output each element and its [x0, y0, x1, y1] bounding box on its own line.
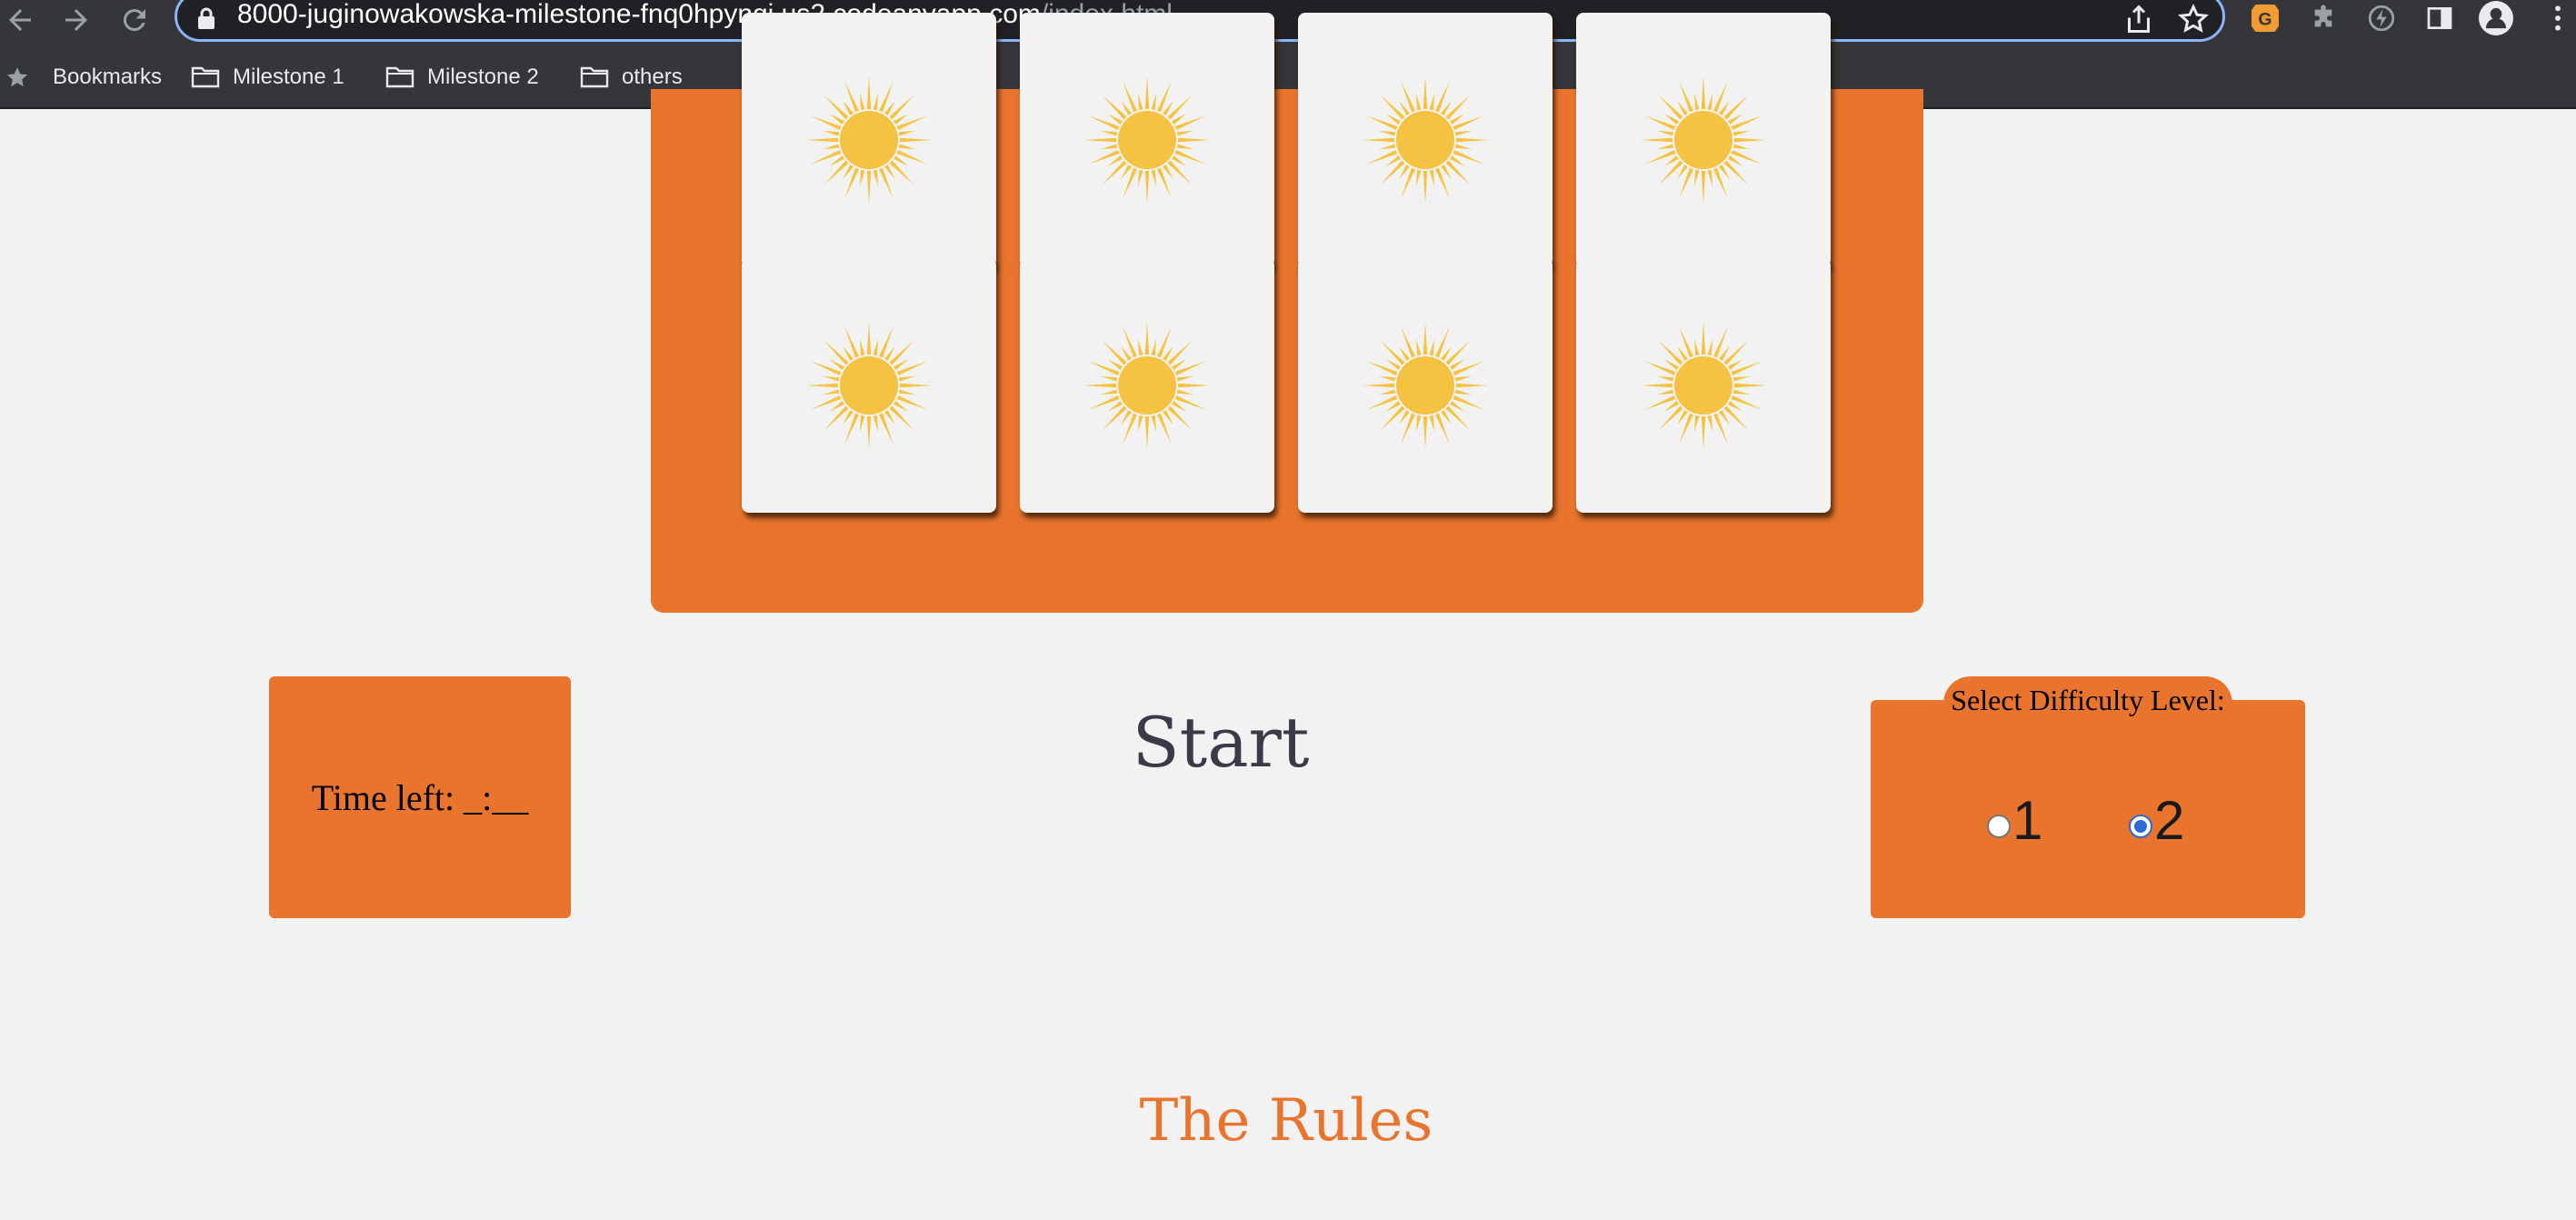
- arrow-right-icon: [65, 9, 87, 31]
- sun-icon: [1640, 322, 1767, 449]
- bookmark-folder-milestone-2[interactable]: Milestone 2: [385, 62, 539, 93]
- memory-card[interactable]: [742, 13, 996, 267]
- game-board: [651, 13, 1923, 613]
- forward-button[interactable]: [58, 2, 95, 38]
- difficulty-option-1-label[interactable]: 1: [2012, 791, 2042, 851]
- difficulty-radio-1[interactable]: [1987, 815, 2011, 838]
- side-panel-button[interactable]: [2421, 0, 2458, 36]
- arrow-left-icon: [9, 9, 31, 31]
- back-button[interactable]: [2, 2, 38, 38]
- browser-toolbar: 8000-juginowakowska-milestone-fnq0hpynqj…: [0, 0, 2576, 49]
- speed-icon: [2368, 5, 2395, 32]
- bookmark-label: Milestone 1: [233, 65, 344, 89]
- folder-icon: [191, 66, 220, 88]
- bookmark-label: others: [622, 65, 683, 89]
- sun-icon: [805, 322, 933, 449]
- folder-icon: [580, 66, 609, 88]
- memory-card[interactable]: [1020, 258, 1274, 513]
- g-logo-icon: G: [2252, 5, 2279, 32]
- lock-icon: [198, 7, 215, 29]
- grammarly-extension-icon[interactable]: G: [2247, 0, 2283, 36]
- start-button[interactable]: Start: [1045, 702, 1396, 783]
- sun-icon: [1640, 76, 1767, 204]
- extensions-button[interactable]: [2305, 0, 2341, 36]
- reload-button[interactable]: [116, 2, 153, 38]
- bookmark-all[interactable]: Bookmarks: [5, 62, 162, 93]
- folder-icon: [385, 66, 414, 88]
- memory-card[interactable]: [1298, 13, 1553, 267]
- memory-card[interactable]: [1298, 258, 1553, 513]
- sun-icon: [1083, 322, 1211, 449]
- difficulty-panel: [1871, 700, 2305, 918]
- memory-card[interactable]: [1020, 13, 1274, 267]
- performance-button[interactable]: [2363, 0, 2400, 36]
- kebab-menu-icon: [2555, 5, 2561, 31]
- share-icon[interactable]: [2122, 3, 2155, 35]
- bookmark-folder-milestone-1[interactable]: Milestone 1: [191, 62, 344, 93]
- side-panel-icon: [2427, 7, 2452, 29]
- sun-icon: [805, 76, 933, 204]
- puzzle-icon: [2314, 5, 2332, 27]
- svg-text:G: G: [2258, 10, 2271, 30]
- sun-icon: [1362, 322, 1489, 449]
- difficulty-radio-2[interactable]: [2129, 815, 2152, 838]
- bookmark-label: Bookmarks: [53, 65, 163, 89]
- time-left-text: Time left: _:__: [311, 776, 529, 818]
- timer-panel: Time left: _:__: [269, 676, 571, 918]
- bookmark-label: Milestone 2: [427, 65, 539, 89]
- reload-icon: [123, 9, 145, 32]
- star-icon: [6, 67, 28, 87]
- avatar-icon: [2479, 1, 2513, 35]
- bookmark-folder-others[interactable]: others: [580, 62, 683, 93]
- bookmark-star-icon[interactable]: [2177, 3, 2210, 35]
- difficulty-legend: Select Difficulty Level:: [1951, 684, 2225, 716]
- sun-icon: [1362, 76, 1489, 204]
- memory-card[interactable]: [1576, 13, 1831, 267]
- memory-card[interactable]: [1576, 258, 1831, 513]
- memory-card[interactable]: [742, 258, 996, 513]
- difficulty-option-2-label[interactable]: 2: [2154, 791, 2184, 851]
- menu-button[interactable]: [2540, 0, 2576, 36]
- sun-icon: [1083, 76, 1211, 204]
- profile-button[interactable]: [2478, 0, 2514, 36]
- rules-heading: The Rules: [1139, 1087, 1433, 1155]
